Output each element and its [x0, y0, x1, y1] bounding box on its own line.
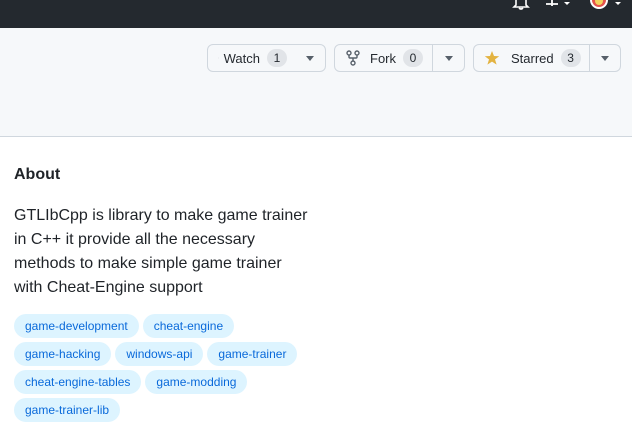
fork-count: 0	[403, 49, 423, 67]
chevron-down-icon	[600, 55, 609, 61]
watch-button-group[interactable]: Watch 1	[207, 44, 326, 72]
topic-tag[interactable]: game-hacking	[14, 342, 112, 366]
eye-icon	[218, 57, 219, 59]
bell-icon[interactable]	[512, 0, 532, 10]
global-header	[0, 0, 632, 28]
topic-tag[interactable]: cheat-engine-tables	[14, 370, 142, 394]
repository-header: Watch 1 Fork 0 Starred 3	[0, 28, 632, 137]
starred-label: Starred	[511, 50, 554, 66]
fork-label: Fork	[370, 50, 396, 66]
watch-count: 1	[267, 49, 287, 67]
topic-tag[interactable]: game-modding	[145, 370, 248, 394]
star-icon	[484, 51, 500, 65]
watch-button[interactable]: Watch 1	[208, 45, 295, 71]
about-description: GTLIbCpp is library to make game trainer…	[14, 207, 308, 296]
starred-dropdown-button[interactable]	[588, 45, 620, 71]
topic-tag[interactable]: game-trainer	[207, 342, 298, 366]
starred-button-group[interactable]: Starred 3	[473, 44, 621, 72]
starred-button[interactable]: Starred 3	[474, 45, 589, 71]
fork-button[interactable]: Fork 0	[335, 45, 432, 71]
chevron-down-icon	[306, 55, 314, 61]
topic-tag[interactable]: cheat-engine	[142, 314, 235, 338]
watch-label: Watch	[223, 50, 260, 66]
avatar-icon[interactable]	[588, 0, 632, 10]
chevron-down-icon	[444, 55, 453, 61]
plus-icon[interactable]	[543, 0, 573, 10]
starred-count: 3	[560, 49, 581, 67]
topic-tag[interactable]: game-trainer-lib	[14, 398, 121, 422]
topic-tag[interactable]: game-development	[14, 314, 139, 338]
topic-tag[interactable]: windows-api	[115, 342, 204, 366]
watch-dropdown-button[interactable]	[295, 45, 325, 71]
fork-button-group[interactable]: Fork 0	[334, 44, 465, 72]
topic-list: game-development cheat-engine game-hacki…	[14, 314, 314, 422]
about-heading: About	[14, 166, 61, 183]
fork-dropdown-button[interactable]	[432, 45, 464, 71]
fork-icon	[346, 50, 360, 66]
